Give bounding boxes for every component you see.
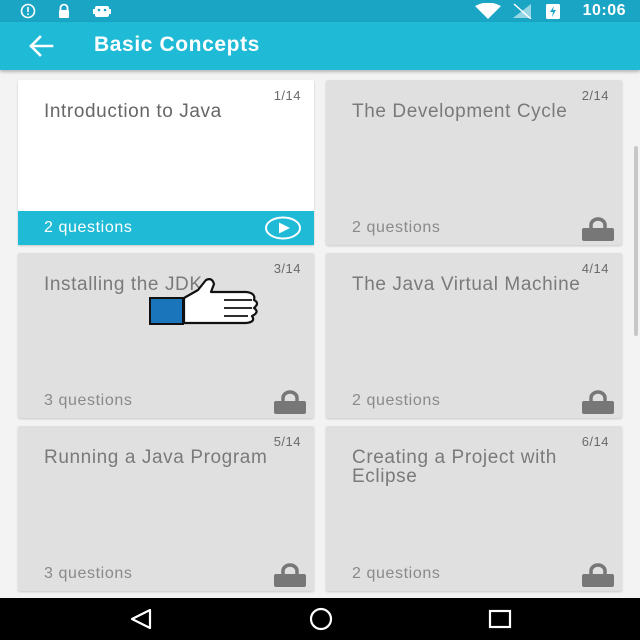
lesson-title: Introduction to Java	[44, 101, 222, 122]
app-bar: Basic Concepts	[0, 22, 640, 70]
question-count: 2 questions	[44, 219, 133, 236]
question-count: 3 questions	[44, 565, 133, 582]
lesson-card[interactable]: 2/14 The Development Cycle 2 questions	[326, 80, 622, 245]
lesson-number: 2/14	[581, 88, 609, 103]
lesson-footer: 2 questions	[326, 557, 622, 591]
lesson-card[interactable]: 4/14 The Java Virtual Machine 2 question…	[326, 253, 622, 418]
lesson-card[interactable]: 6/14 Creating a Project with Eclipse 2 q…	[326, 426, 622, 591]
lock-icon	[59, 3, 69, 18]
lesson-title: Creating a Project with Eclipse	[352, 447, 557, 487]
lock-icon	[582, 217, 614, 241]
lock-icon	[582, 563, 614, 587]
scrollbar[interactable]	[634, 146, 638, 336]
lesson-footer: 2 questions	[18, 211, 314, 245]
question-count: 2 questions	[352, 565, 441, 582]
lesson-title: The Development Cycle	[352, 101, 568, 122]
question-count: 3 questions	[44, 392, 133, 409]
lesson-number: 4/14	[581, 261, 609, 276]
lesson-number: 3/14	[273, 261, 301, 276]
battery-icon	[546, 4, 560, 19]
page-title: Basic Concepts	[94, 33, 260, 56]
recents-square-icon[interactable]	[487, 607, 513, 631]
status-time: 10:06	[582, 2, 626, 19]
home-circle-icon[interactable]	[306, 607, 336, 631]
play-icon[interactable]	[264, 216, 302, 240]
lesson-grid: 1/14 Introduction to Java 2 questions 2/…	[0, 70, 640, 598]
lesson-number: 6/14	[581, 434, 609, 449]
lock-icon	[274, 563, 306, 587]
android-icon	[93, 6, 111, 17]
lesson-title: Running a Java Program	[44, 447, 268, 468]
arrow-left-icon[interactable]	[28, 34, 56, 58]
signal-icon	[513, 3, 532, 19]
lesson-card[interactable]: 1/14 Introduction to Java 2 questions	[18, 80, 314, 245]
lock-icon	[582, 390, 614, 414]
lesson-title: The Java Virtual Machine	[352, 274, 581, 295]
question-count: 2 questions	[352, 219, 441, 236]
status-bar: 10:06	[0, 0, 640, 22]
wifi-icon	[475, 3, 501, 19]
lesson-number: 5/14	[273, 434, 301, 449]
lesson-number: 1/14	[273, 88, 301, 103]
alert-icon	[20, 3, 36, 19]
lesson-footer: 3 questions	[18, 384, 314, 418]
thumbs-up-icon	[149, 278, 259, 325]
nav-bar	[0, 598, 640, 640]
lesson-footer: 3 questions	[18, 557, 314, 591]
lock-icon	[274, 390, 306, 414]
question-count: 2 questions	[352, 392, 441, 409]
lesson-footer: 2 questions	[326, 384, 622, 418]
back-triangle-icon[interactable]	[128, 607, 154, 631]
lesson-card[interactable]: 5/14 Running a Java Program 3 questions	[18, 426, 314, 591]
lesson-footer: 2 questions	[326, 211, 622, 245]
